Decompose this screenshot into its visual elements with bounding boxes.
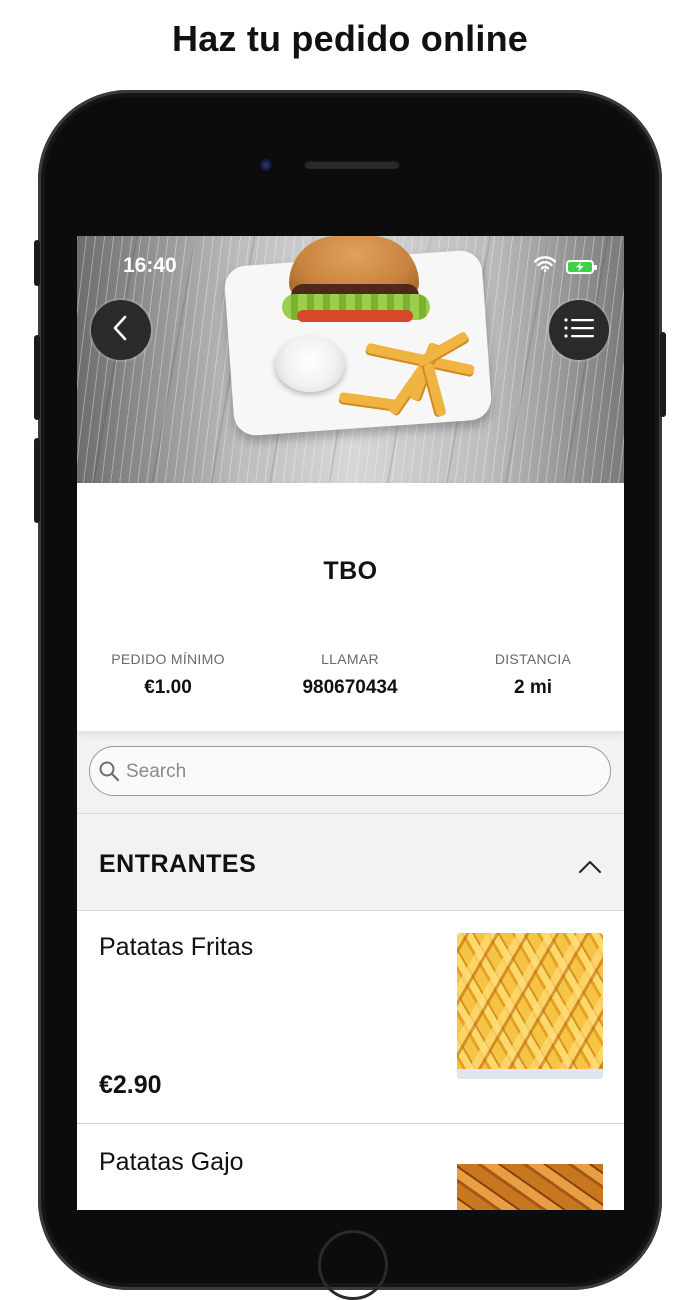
- volume-up-button: [34, 335, 40, 420]
- menu-item[interactable]: Patatas Fritas €2.90: [77, 911, 624, 1123]
- status-icons: [533, 256, 597, 277]
- status-time: 16:40: [123, 254, 177, 277]
- magnifier-icon: [98, 760, 120, 787]
- stat-label: PEDIDO MÍNIMO: [111, 651, 225, 667]
- wifi-icon: [533, 256, 557, 277]
- wedges-texture: [457, 1164, 603, 1210]
- stat-call[interactable]: LLAMAR 980670434: [259, 651, 441, 699]
- hero-image: 16:40: [77, 236, 624, 483]
- front-camera: [258, 157, 274, 173]
- battery-charging-icon: [566, 259, 597, 274]
- stat-distance: DISTANCIA 2 mi: [442, 651, 624, 699]
- item-name: Patatas Fritas: [99, 933, 254, 961]
- chevron-up-icon[interactable]: [578, 860, 602, 879]
- category-title: ENTRANTES: [99, 850, 257, 878]
- app-screen: 16:40 TBO PEDIDO MÍNIMO €1.00 LLAMAR 980…: [77, 236, 624, 1210]
- item-name: Patatas Gajo: [99, 1148, 244, 1176]
- menu-item[interactable]: Patatas Gajo: [77, 1124, 624, 1210]
- chevron-left-icon: [110, 314, 132, 347]
- page-headline: Haz tu pedido online: [172, 18, 528, 59]
- phone-number-link[interactable]: 980670434: [259, 677, 441, 699]
- power-button: [660, 332, 666, 417]
- stat-value: €1.00: [144, 677, 192, 698]
- stat-label: DISTANCIA: [494, 651, 572, 667]
- earpiece-speaker: [304, 160, 400, 169]
- stat-label: LLAMAR: [321, 651, 379, 667]
- list-icon: [563, 316, 595, 345]
- category-header-entrantes[interactable]: ENTRANTES: [77, 814, 624, 910]
- burger-tomato-graphic: [297, 310, 413, 322]
- plate-rim: [457, 1069, 603, 1079]
- stat-value: 2 mi: [513, 677, 553, 698]
- potato-wedges-photo[interactable]: [457, 1146, 603, 1210]
- search-input[interactable]: [124, 747, 594, 796]
- stat-minimum-order: PEDIDO MÍNIMO €1.00: [77, 651, 259, 699]
- back-button[interactable]: [91, 300, 151, 360]
- mute-switch: [34, 240, 40, 286]
- volume-down-button: [34, 438, 40, 523]
- home-button[interactable]: [318, 1230, 388, 1300]
- menu-button[interactable]: [549, 300, 609, 360]
- fries-texture: [457, 933, 603, 1079]
- sauce-cup-graphic: [275, 336, 345, 392]
- store-info-card: TBO PEDIDO MÍNIMO €1.00 LLAMAR 980670434…: [77, 483, 624, 731]
- item-price: €2.90: [99, 1071, 162, 1099]
- store-name: TBO: [323, 557, 378, 585]
- search-box[interactable]: [89, 746, 611, 796]
- fries-photo[interactable]: [457, 933, 603, 1079]
